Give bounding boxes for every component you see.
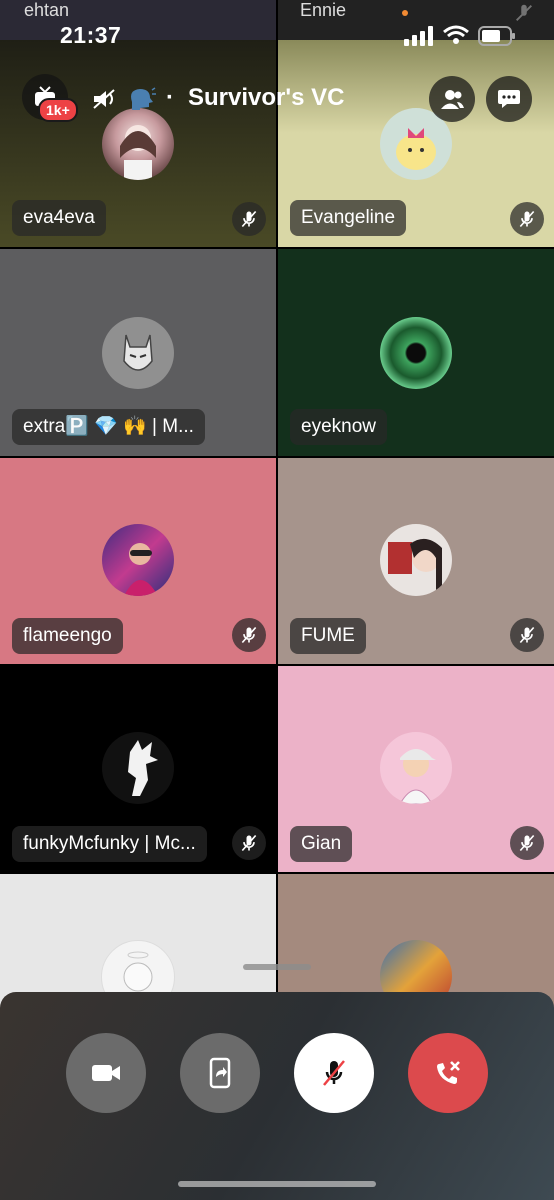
participant-tile[interactable]: flameengo [0, 458, 276, 664]
participant-tile[interactable]: funkyMcfunky | Mc... [0, 666, 276, 872]
mic-muted-icon [323, 1060, 345, 1086]
muted-mic-icon [232, 202, 266, 236]
participant-name: FUME [290, 618, 366, 654]
participant-tile[interactable]: FUME [278, 458, 554, 664]
muted-mic-icon [232, 618, 266, 652]
people-icon [441, 90, 464, 109]
camera-button[interactable] [66, 1033, 146, 1113]
participant-name: eva4eva [12, 200, 106, 236]
participant-name: extra🅿️ 💎 🙌 | M... [12, 409, 205, 445]
participant-name: Gian [290, 826, 353, 862]
drag-handle[interactable] [243, 964, 311, 970]
stream-count-badge: 1k+ [38, 98, 78, 122]
home-indicator[interactable] [178, 1181, 376, 1187]
mute-button[interactable] [294, 1033, 374, 1113]
title-separator: · [166, 84, 174, 111]
screen-share-button[interactable] [180, 1033, 260, 1113]
channel-title: Survivor's VC [188, 84, 345, 111]
wifi-icon [443, 25, 469, 50]
status-bar: 21:37 [0, 0, 554, 72]
clock: 21:37 [60, 22, 122, 48]
muted-mic-icon [510, 618, 544, 652]
muted-mic-icon [232, 826, 266, 860]
avatar [380, 317, 452, 389]
chat-bubble-icon [498, 90, 520, 108]
participant-tile[interactable]: eyeknow [278, 249, 554, 456]
avatar [380, 524, 452, 596]
participant-tile[interactable]: Gian [278, 666, 554, 872]
avatar [102, 524, 174, 596]
muted-mic-icon [510, 202, 544, 236]
participant-name: eyeknow [290, 409, 387, 445]
cellular-signal-icon [404, 26, 434, 51]
battery-icon [478, 26, 516, 51]
participant-tile[interactable]: extra🅿️ 💎 🙌 | M... [0, 249, 276, 456]
avatar [380, 732, 452, 804]
chat-button[interactable] [486, 76, 532, 122]
muted-mic-icon [510, 826, 544, 860]
camera-icon [92, 1065, 120, 1081]
participant-name: funkyMcfunky | Mc... [12, 826, 207, 862]
members-button[interactable] [429, 76, 475, 122]
avatar [102, 732, 174, 804]
screen-share-icon [209, 1057, 231, 1089]
avatar [102, 317, 174, 389]
recording-indicator [402, 10, 408, 16]
speaking-head-emoji [126, 86, 156, 117]
participant-name: Evangeline [290, 200, 407, 236]
disconnect-button[interactable] [408, 1033, 488, 1113]
deafened-icon [92, 88, 118, 115]
participant-name: flameengo [12, 618, 123, 654]
disconnect-call-icon [437, 1061, 460, 1084]
